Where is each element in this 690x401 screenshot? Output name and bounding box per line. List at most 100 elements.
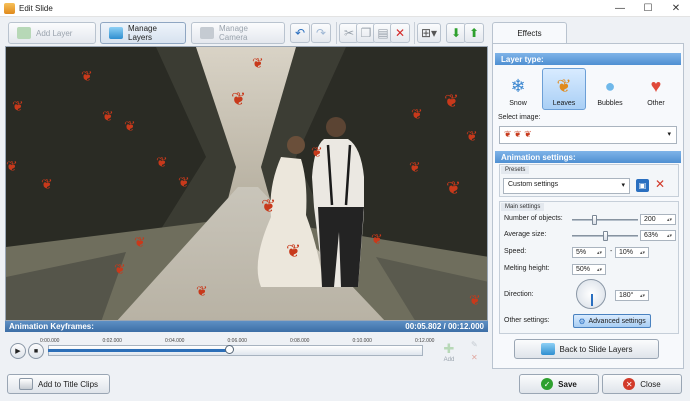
close-x-icon: ✕ — [623, 378, 636, 390]
delete-button[interactable]: ✕ — [390, 23, 410, 43]
layers-icon — [109, 27, 123, 39]
close-button[interactable]: ✕ Close — [602, 374, 682, 394]
spin-arrows-icon: ▴▾ — [639, 249, 645, 256]
average-size-input[interactable]: 63% ▴▾ — [640, 230, 676, 241]
timeline-tick-label: 0:04.000 — [165, 338, 185, 344]
camera-icon — [200, 27, 214, 39]
animation-settings-header: Animation settings: — [495, 151, 681, 163]
leaf: ❦ — [371, 231, 383, 247]
align-icon: ⊞▾ — [420, 26, 438, 40]
preset-value: Custom settings — [508, 181, 559, 188]
spin-arrows-icon: ▴▾ — [639, 292, 645, 299]
melting-height-label: Melting height: — [504, 265, 550, 272]
add-layer-icon — [17, 27, 31, 39]
save-preset-button[interactable]: ▣ — [636, 179, 649, 192]
leaf: ❦ — [178, 174, 190, 190]
add-keyframe-label: Add — [443, 357, 455, 363]
chevron-down-icon: ▾ — [621, 182, 625, 189]
select-image-label: Select image: — [498, 114, 541, 121]
speed-max-input[interactable]: 10% ▴▾ — [615, 247, 649, 258]
close-window-button[interactable]: ✕ — [662, 0, 690, 17]
tab-effects[interactable]: Effects — [492, 22, 567, 44]
manage-camera-button[interactable]: Manage Camera — [191, 22, 285, 44]
presets-dropdown[interactable]: Custom settings ▾ — [503, 178, 630, 194]
spin-arrows-icon: ▴▾ — [596, 266, 602, 273]
advanced-settings-label: Advanced settings — [588, 317, 646, 325]
direction-value: 180° — [619, 292, 634, 299]
layers-icon — [540, 343, 555, 355]
leaf: ❦ — [311, 144, 323, 160]
undo-button[interactable]: ↶ — [290, 23, 310, 43]
leaf: ❦ — [81, 68, 93, 84]
toolbar-separator — [336, 22, 337, 44]
direction-dial[interactable] — [576, 279, 606, 309]
chevron-down-icon: ▾ — [667, 131, 671, 138]
delete-x-icon: ✕ — [655, 177, 666, 191]
manage-layers-label: Manage Layers — [128, 24, 157, 42]
speed-max-value: 10% — [619, 249, 634, 256]
number-of-objects-slider[interactable] — [572, 219, 638, 221]
other-settings-label: Other settings: — [504, 317, 550, 324]
leaf: ❦ — [102, 108, 114, 124]
save-button[interactable]: ✓ Save — [519, 374, 599, 394]
play-button[interactable]: ▶ — [10, 343, 26, 359]
timeline-progress — [48, 349, 230, 352]
redo-button[interactable]: ↷ — [311, 23, 331, 43]
spin-arrows-icon: ▴▾ — [666, 216, 672, 223]
scissors-icon: ✂ — [343, 26, 355, 40]
maple-leaf-icon: ❦ — [556, 76, 572, 96]
manage-layers-button[interactable]: Manage Layers — [100, 22, 186, 44]
advanced-settings-button[interactable]: ⚙ Advanced settings — [573, 314, 651, 328]
speed-min-input[interactable]: 5% ▴▾ — [572, 247, 606, 258]
leaf: ❦ — [411, 106, 423, 122]
melting-height-input[interactable]: 50% ▴▾ — [572, 264, 606, 275]
spin-arrows-icon: ▴▾ — [596, 249, 602, 256]
add-layer-button[interactable]: Add Layer — [8, 22, 96, 44]
add-keyframe-button[interactable]: ✚ Add — [439, 341, 459, 366]
layer-type-leaves[interactable]: ❦ Leaves — [542, 68, 586, 110]
back-to-slide-layers-label: Back to Slide Layers — [559, 344, 633, 354]
leaf: ❦ — [196, 283, 208, 299]
add-to-title-clips-button[interactable]: Add to Title Clips — [7, 374, 110, 394]
delete-preset-button[interactable]: ✕ — [655, 177, 665, 191]
layer-type-snow[interactable]: ❄ Snow — [496, 68, 540, 110]
layer-type-label: Other — [647, 100, 665, 107]
maximize-button[interactable]: ☐ — [634, 0, 662, 17]
title-clips-icon — [18, 378, 33, 390]
number-of-objects-slider-thumb[interactable] — [591, 215, 597, 225]
select-image-dropdown[interactable]: ❦ ❦ ❦ ▾ — [499, 126, 677, 144]
leaf: ❦ — [252, 55, 264, 71]
app-icon — [4, 3, 15, 14]
leaf: ❦ — [261, 196, 277, 216]
number-of-objects-input[interactable]: 200 ▴▾ — [640, 214, 676, 225]
move-up-button[interactable]: ⬆ — [464, 23, 484, 43]
timeline-tick-label: 0:10.000 — [352, 338, 372, 344]
paste-icon: ▤ — [377, 26, 389, 40]
slide-preview[interactable]: ❦ ❦ ❦ ❦ ❦ ❦ ❦ ❦ ❦ ❦ ❦ ❦ ❦ ❦ ❦ ❦ ❦ ❦ ❦ ❦ … — [5, 46, 488, 321]
direction-input[interactable]: 180° ▴▾ — [615, 290, 649, 301]
play-icon: ▶ — [15, 348, 21, 355]
layer-type-label: Bubbles — [597, 100, 623, 107]
manage-camera-label: Manage Camera — [219, 24, 248, 42]
layer-type-other[interactable]: ♥ Other — [634, 68, 678, 110]
delete-keyframe-icon[interactable]: ✕ — [471, 353, 478, 362]
average-size-label: Average size: — [504, 231, 547, 238]
leaf: ❦ — [446, 178, 462, 198]
minimize-button[interactable]: — — [606, 0, 634, 17]
edit-keyframe-icon[interactable]: ✎ — [471, 340, 478, 349]
wedding-photo — [6, 47, 487, 320]
stop-button[interactable]: ■ — [28, 343, 44, 359]
arrow-up-icon: ⬆ — [468, 26, 480, 40]
timeline-tick-label: 0:02.000 — [102, 338, 122, 344]
back-to-slide-layers-button[interactable]: Back to Slide Layers — [514, 339, 659, 359]
number-of-objects-label: Number of objects: — [504, 215, 563, 222]
layer-type-bubbles[interactable]: ● Bubbles — [588, 68, 632, 110]
timeline-tick-label: 0:00.000 — [40, 338, 60, 344]
timeline-tick-label: 0:08.000 — [290, 338, 310, 344]
leaf: ❦ — [114, 261, 126, 277]
align-dropdown-button[interactable]: ⊞▾ — [417, 23, 441, 43]
average-size-slider-thumb[interactable] — [603, 231, 608, 241]
move-down-button[interactable]: ⬇ — [446, 23, 466, 43]
speed-label: Speed: — [504, 248, 527, 255]
timeline-tick-label: 0:06.000 — [227, 338, 247, 344]
